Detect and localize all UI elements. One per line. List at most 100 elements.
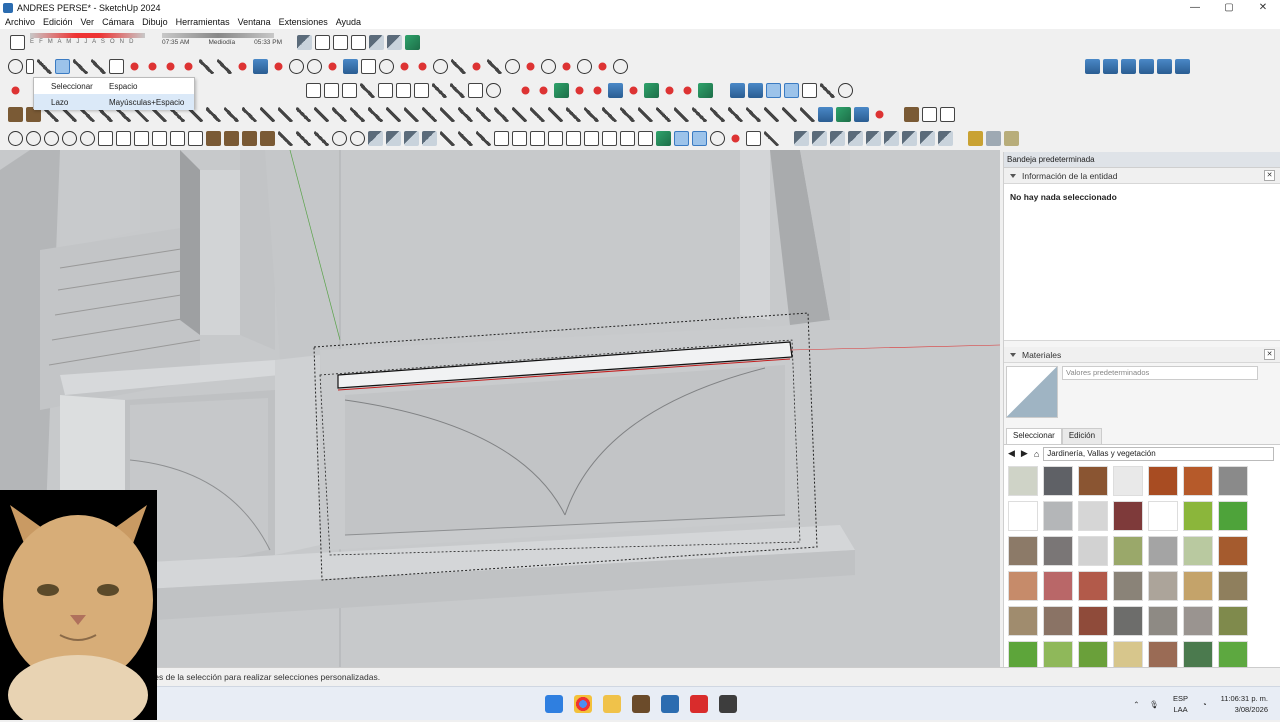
- walk-icon[interactable]: [361, 58, 376, 74]
- material-swatch[interactable]: [1183, 606, 1213, 636]
- material-swatch[interactable]: [1218, 466, 1248, 496]
- tool-5-23-icon[interactable]: [404, 130, 419, 146]
- material-swatch[interactable]: [1008, 536, 1038, 566]
- close-button[interactable]: ✕: [1246, 0, 1280, 15]
- tool-5-45-icon[interactable]: [812, 130, 827, 146]
- tool-5-54-icon[interactable]: [986, 130, 1001, 146]
- frame-tool-icon[interactable]: [940, 106, 955, 122]
- outliner-icon[interactable]: [523, 58, 538, 74]
- label-icon[interactable]: [638, 106, 653, 122]
- rectangle-icon[interactable]: [109, 58, 124, 74]
- union-icon[interactable]: [572, 82, 587, 98]
- view-left-icon[interactable]: [1175, 58, 1190, 74]
- material-swatch[interactable]: [1218, 501, 1248, 531]
- join-edge-icon[interactable]: [422, 106, 437, 122]
- zoom-window-icon[interactable]: [289, 58, 304, 74]
- subtract-icon[interactable]: [590, 82, 605, 98]
- material-swatch[interactable]: [1043, 571, 1073, 601]
- tool-5-50-icon[interactable]: [902, 130, 917, 146]
- tab-seleccionar[interactable]: Seleccionar: [1006, 428, 1062, 444]
- mirror-icon[interactable]: [530, 106, 545, 122]
- hidden-line-icon[interactable]: [351, 34, 366, 50]
- tool-5-42-icon[interactable]: [746, 130, 761, 146]
- paste-icon[interactable]: [396, 82, 411, 98]
- sketchup-taskbar-icon[interactable]: [661, 695, 679, 713]
- align-icon[interactable]: [548, 106, 563, 122]
- section-plane-icon[interactable]: [397, 58, 412, 74]
- menu-ventana[interactable]: Ventana: [238, 17, 271, 27]
- language-indicator[interactable]: ESP LAA: [1173, 693, 1188, 715]
- tool-5-21-icon[interactable]: [368, 130, 383, 146]
- shaded-icon[interactable]: [369, 34, 384, 50]
- view-iso-icon[interactable]: [1085, 58, 1100, 74]
- flatten-icon[interactable]: [656, 106, 671, 122]
- shell-icon[interactable]: [206, 106, 221, 122]
- copy-icon[interactable]: [378, 82, 393, 98]
- close-icon[interactable]: ✕: [1264, 349, 1275, 360]
- save-icon[interactable]: [342, 82, 357, 98]
- stretch-icon[interactable]: [278, 106, 293, 122]
- tool-5-49-icon[interactable]: [884, 130, 899, 146]
- screen-recorder-icon[interactable]: [690, 695, 708, 713]
- material-swatch[interactable]: [1148, 466, 1178, 496]
- menu-edicion[interactable]: Edición: [43, 17, 73, 27]
- material-swatch[interactable]: [1043, 501, 1073, 531]
- material-swatch[interactable]: [1113, 606, 1143, 636]
- terrain-flip-icon[interactable]: [698, 82, 713, 98]
- tool-5-51-icon[interactable]: [920, 130, 935, 146]
- tool-5-05-icon[interactable]: [80, 130, 95, 146]
- material-library-select[interactable]: Jardinería, Vallas y vegetación: [1043, 446, 1274, 461]
- material-swatch[interactable]: [1183, 466, 1213, 496]
- view-back-icon[interactable]: [1157, 58, 1172, 74]
- tool-5-28-icon[interactable]: [494, 130, 509, 146]
- material-swatch[interactable]: [1008, 606, 1038, 636]
- path-icon[interactable]: [494, 106, 509, 122]
- tool-5-10-icon[interactable]: [170, 130, 185, 146]
- new-file-icon[interactable]: [306, 82, 321, 98]
- entity-info-header[interactable]: Información de la entidad ✕: [1004, 168, 1280, 184]
- view-front-icon[interactable]: [1121, 58, 1136, 74]
- tool-5-25-icon[interactable]: [440, 130, 455, 146]
- terrain-drape-icon[interactable]: [680, 82, 695, 98]
- cleanup-icon[interactable]: [710, 106, 725, 122]
- unfold-icon[interactable]: [692, 106, 707, 122]
- menu-dibujo[interactable]: Dibujo: [142, 17, 168, 27]
- toolbar-dropdown-icon[interactable]: [26, 58, 34, 74]
- material-swatch[interactable]: [1043, 536, 1073, 566]
- tool-5-34-icon[interactable]: [602, 130, 617, 146]
- component-attributes-icon[interactable]: [784, 82, 799, 98]
- report-icon[interactable]: [800, 106, 815, 122]
- material-swatch[interactable]: [1113, 536, 1143, 566]
- tool-5-08-icon[interactable]: [134, 130, 149, 146]
- view-top-icon[interactable]: [1103, 58, 1118, 74]
- tool-5-09-icon[interactable]: [152, 130, 167, 146]
- orbit-icon[interactable]: [253, 58, 268, 74]
- menu-camara[interactable]: Cámara: [102, 17, 134, 27]
- material-name-field[interactable]: Valores predeterminados: [1062, 366, 1258, 380]
- round-corner-icon[interactable]: [440, 106, 455, 122]
- layout-app-icon[interactable]: [632, 695, 650, 713]
- tool-5-22-icon[interactable]: [386, 130, 401, 146]
- monochrome-icon[interactable]: [405, 34, 420, 50]
- hand-icon[interactable]: [820, 82, 835, 98]
- scenes-icon[interactable]: [559, 58, 574, 74]
- wave-icon[interactable]: [314, 106, 329, 122]
- materials-header[interactable]: Materiales ✕: [1004, 347, 1280, 363]
- intersect-icon[interactable]: [536, 82, 551, 98]
- tool-5-24-icon[interactable]: [422, 130, 437, 146]
- component-options-icon[interactable]: [766, 82, 781, 98]
- measure-icon[interactable]: [620, 106, 635, 122]
- undo-icon[interactable]: [432, 82, 447, 98]
- menu-item-lazo[interactable]: Lazo Mayúsculas+Espacio: [34, 94, 194, 110]
- forward-arrow-icon[interactable]: ▶: [1021, 448, 1028, 459]
- tool-5-27-icon[interactable]: [476, 130, 491, 146]
- view-right-icon[interactable]: [1139, 58, 1154, 74]
- tab-edicion[interactable]: Edición: [1061, 428, 1103, 444]
- tool-5-16-icon[interactable]: [278, 130, 293, 146]
- lattice-icon[interactable]: [368, 106, 383, 122]
- render-preview-icon[interactable]: [872, 106, 887, 122]
- tool-5-17-icon[interactable]: [296, 130, 311, 146]
- move-icon[interactable]: [145, 58, 160, 74]
- tool-5-20-icon[interactable]: [350, 130, 365, 146]
- purge-icon[interactable]: [728, 106, 743, 122]
